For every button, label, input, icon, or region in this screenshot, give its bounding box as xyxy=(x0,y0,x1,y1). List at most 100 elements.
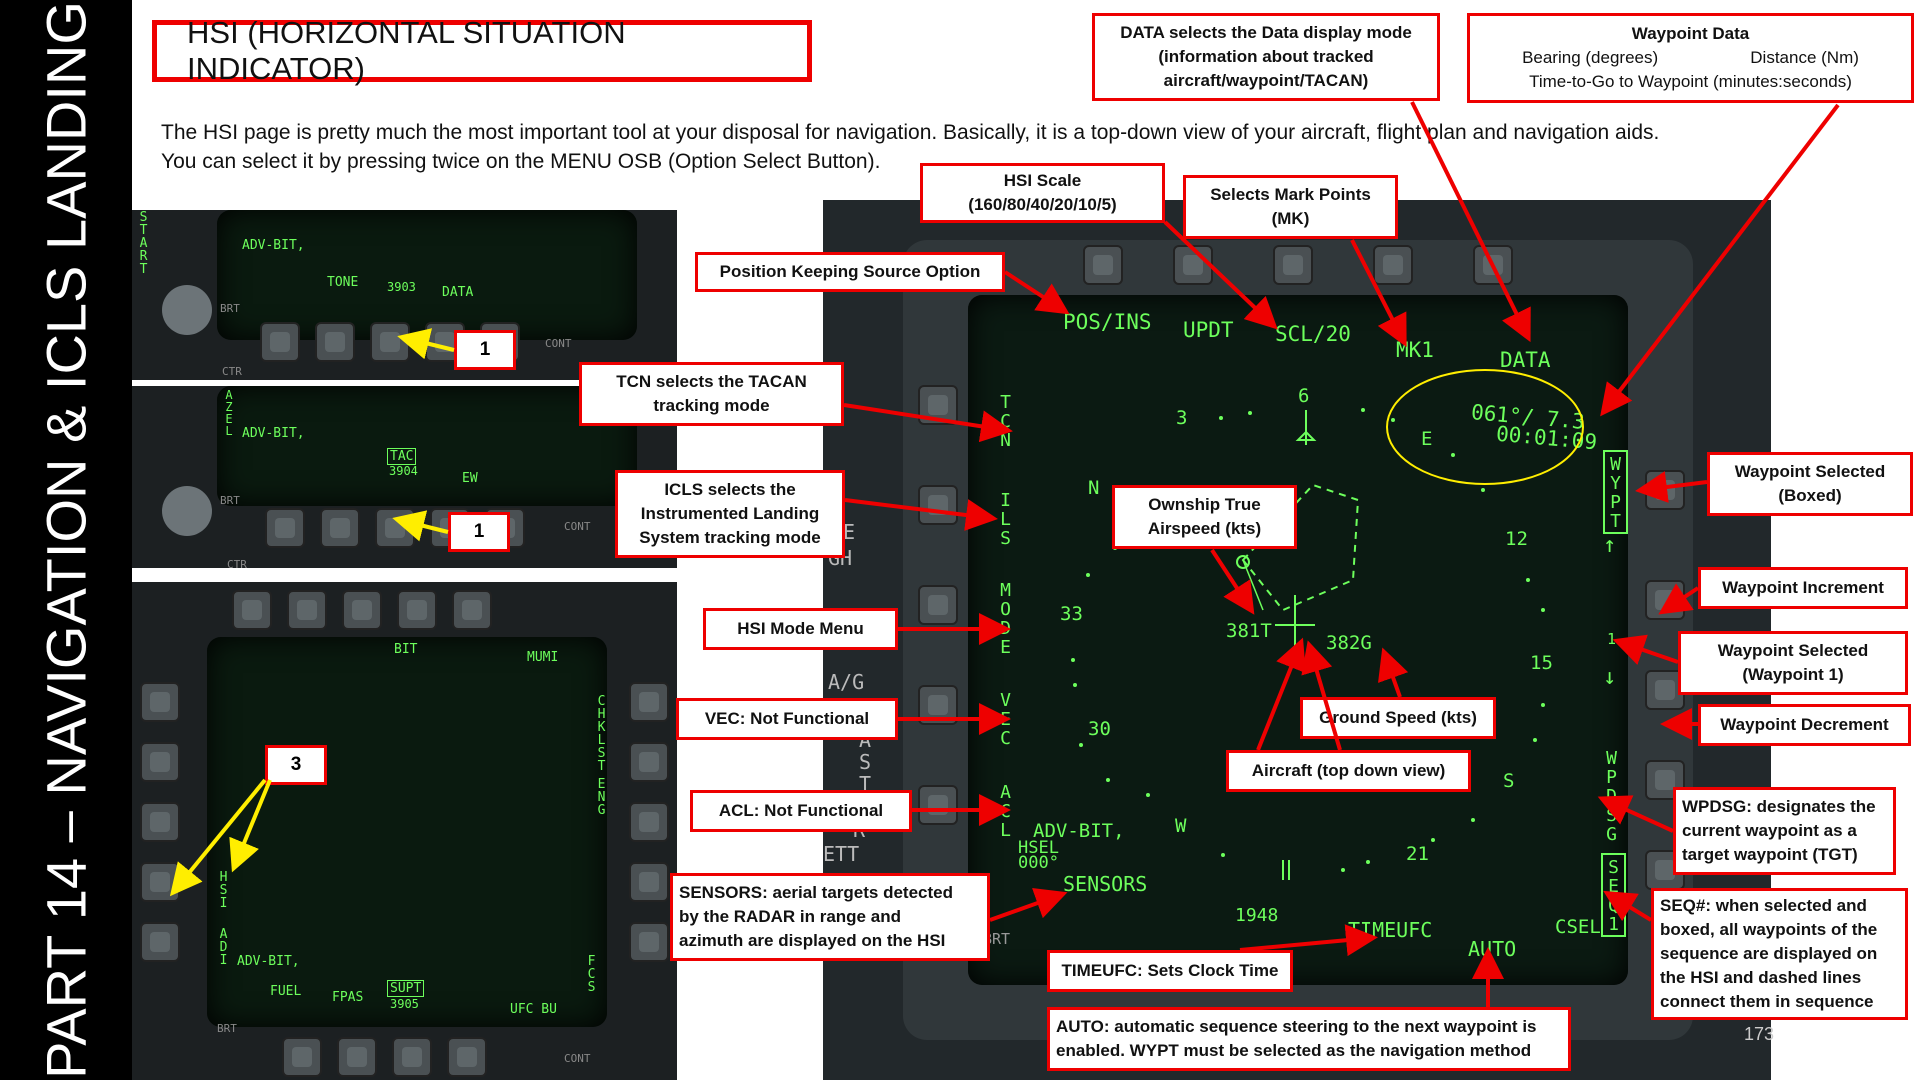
osb-button[interactable] xyxy=(140,682,180,722)
callout-text: Bearing (degrees) xyxy=(1522,48,1659,67)
brt-label: BRT xyxy=(220,494,240,507)
supt-label: SUPT xyxy=(387,980,425,997)
callout-text: Ground Speed (kts) xyxy=(1319,708,1477,727)
knob[interactable] xyxy=(162,285,212,335)
tcn-option[interactable]: TCN xyxy=(995,392,1016,449)
scale-option[interactable]: SCL/20 xyxy=(1275,322,1351,346)
callout-text: Aircraft (top down view) xyxy=(1251,761,1446,780)
osb-button[interactable] xyxy=(918,485,958,525)
ils-option[interactable]: ILS xyxy=(995,490,1016,547)
callout-text: Waypoint Data xyxy=(1631,24,1750,43)
osb-button[interactable] xyxy=(452,590,492,630)
number-label: 3904 xyxy=(389,464,418,478)
osb-button[interactable] xyxy=(1473,245,1513,285)
auto-option[interactable]: AUTO xyxy=(1468,937,1516,961)
callout-text: SENSORS: aerial targets detected xyxy=(679,883,953,902)
callout-waypoint-selected-boxed: Waypoint Selected (Boxed) xyxy=(1707,452,1913,516)
osb-button[interactable] xyxy=(375,508,415,548)
osb-button[interactable] xyxy=(342,590,382,630)
cont-label: CONT xyxy=(564,1052,591,1065)
osb-button[interactable] xyxy=(337,1037,377,1077)
clock-readout: 1948 xyxy=(1235,905,1279,926)
osb-button[interactable] xyxy=(1645,580,1685,620)
osb-button-hsi[interactable] xyxy=(140,862,180,902)
chklst-label: CHKLST xyxy=(594,694,609,772)
callout-text: Distance (Nm) xyxy=(1750,48,1859,67)
acl-option[interactable]: ACL xyxy=(995,782,1016,839)
osb-button[interactable] xyxy=(315,322,355,362)
updt-option[interactable]: UPDT xyxy=(1183,318,1234,342)
osb-button[interactable] xyxy=(629,862,669,902)
compass-n: N xyxy=(1088,477,1100,499)
osb-button[interactable] xyxy=(260,322,300,362)
callout-hsi-scale: HSI Scale (160/80/40/20/10/5) xyxy=(920,163,1165,223)
callout-hsi-mode-menu: HSI Mode Menu xyxy=(703,608,898,650)
step-panel-3: BIT MUMI CHKLST ENG HSI ADI ADV-BIT, FUE… xyxy=(132,582,677,1080)
osb-button[interactable] xyxy=(1273,245,1313,285)
callout-text: Airspeed (kts) xyxy=(1147,519,1262,538)
ew-label: EW xyxy=(462,471,478,486)
callout-text: (information about tracked xyxy=(1158,47,1374,66)
callout-text: Ownship True xyxy=(1148,495,1261,514)
callout-text: Waypoint Increment xyxy=(1722,578,1884,597)
osb-button[interactable] xyxy=(629,742,669,782)
osb-button[interactable] xyxy=(629,802,669,842)
osb-button[interactable] xyxy=(320,508,360,548)
osb-button[interactable] xyxy=(918,785,958,825)
callout-text: AUTO: automatic sequence steering to the… xyxy=(1056,1017,1537,1036)
vec-option[interactable]: VEC xyxy=(995,690,1016,747)
osb-button[interactable] xyxy=(1173,245,1213,285)
osb-button[interactable] xyxy=(140,802,180,842)
mode-option[interactable]: MODE xyxy=(995,580,1016,656)
cont-label: CONT xyxy=(564,520,591,533)
osb-button[interactable] xyxy=(370,322,410,362)
adv-bit-label: ADV-BIT, xyxy=(237,954,300,969)
waypoint-down-arrow[interactable]: ↓ xyxy=(1603,665,1616,690)
osb-button[interactable] xyxy=(1373,245,1413,285)
ufc-bu-label: UFC BU xyxy=(510,1002,557,1017)
sensors-option[interactable]: SENSORS xyxy=(1063,872,1147,896)
osb-button[interactable] xyxy=(447,1037,487,1077)
callout-ground-speed: Ground Speed (kts) xyxy=(1300,697,1496,739)
osb-button[interactable] xyxy=(918,385,958,425)
compass-s: S xyxy=(1503,770,1515,792)
osb-button[interactable] xyxy=(1645,470,1685,510)
osb-button[interactable] xyxy=(265,508,305,548)
wypt-option[interactable]: WYPT xyxy=(1603,450,1628,534)
callout-tcn: TCN selects the TACAN tracking mode xyxy=(579,362,844,426)
data-option[interactable]: DATA xyxy=(1500,348,1551,372)
callout-acl: ACL: Not Functional xyxy=(690,790,912,832)
ctr-label: CTR xyxy=(222,365,242,378)
osb-button[interactable] xyxy=(1083,245,1123,285)
waypoint-up-arrow[interactable]: ↑ xyxy=(1603,533,1616,558)
pos-ins-option[interactable]: POS/INS xyxy=(1063,310,1152,334)
osb-button[interactable] xyxy=(287,590,327,630)
callout-text: ACL: Not Functional xyxy=(718,801,884,820)
callout-text: Selects Mark Points xyxy=(1210,185,1371,204)
osb-button[interactable] xyxy=(140,922,180,962)
osb-button[interactable] xyxy=(392,1037,432,1077)
callout-waypoint-increment: Waypoint Increment xyxy=(1698,567,1908,609)
osb-button[interactable] xyxy=(918,685,958,725)
csel-option[interactable]: CSEL xyxy=(1555,916,1601,938)
wpdsg-option[interactable]: WPDSG xyxy=(1601,748,1622,843)
seq-option[interactable]: SEQ1 xyxy=(1601,853,1626,937)
osb-button[interactable] xyxy=(282,1037,322,1077)
osb-button[interactable] xyxy=(397,590,437,630)
osb-button[interactable] xyxy=(232,590,272,630)
mfd-screen xyxy=(217,386,637,506)
hsel-value: 000° xyxy=(1018,853,1059,873)
osb-button[interactable] xyxy=(918,585,958,625)
osb-button[interactable] xyxy=(629,682,669,722)
timeufc-option[interactable]: TIMEUFC xyxy=(1348,918,1432,942)
osb-button[interactable] xyxy=(629,922,669,962)
knob[interactable] xyxy=(162,486,212,536)
mark-option[interactable]: MK1 xyxy=(1396,338,1434,362)
callout-text: connect them in sequence xyxy=(1660,992,1874,1011)
callout-text: HSI Mode Menu xyxy=(737,619,864,638)
callout-text: (MK) xyxy=(1271,209,1310,228)
callout-row: Bearing (degrees) Distance (Nm) xyxy=(1476,46,1905,70)
osb-button[interactable] xyxy=(140,742,180,782)
adv-bit-label: ADV-BIT, xyxy=(242,426,305,441)
callout-text: (Boxed) xyxy=(1778,486,1842,505)
